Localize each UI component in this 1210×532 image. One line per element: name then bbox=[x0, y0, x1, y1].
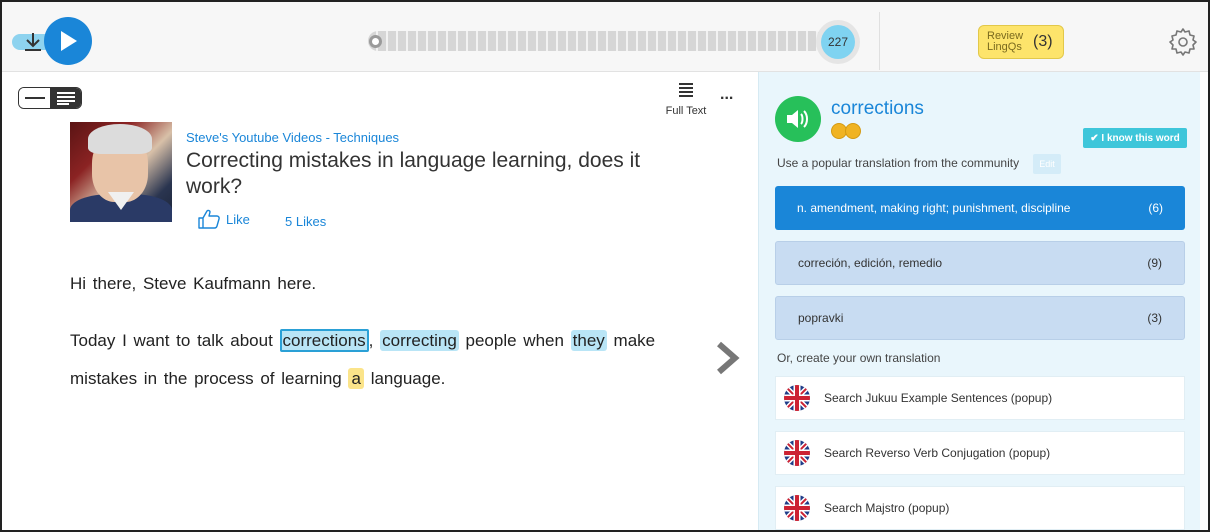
hint-count: (9) bbox=[1147, 256, 1162, 270]
full-text-label: Full Text bbox=[665, 105, 707, 117]
chevron-right-icon[interactable] bbox=[714, 340, 742, 376]
like-button[interactable]: Like bbox=[198, 209, 250, 229]
dictionary-link[interactable]: Search Reverso Verb Conjugation (popup) bbox=[775, 431, 1185, 475]
hint-count: (6) bbox=[1148, 201, 1163, 215]
author-avatar bbox=[70, 122, 172, 222]
translation-hint[interactable]: popravki (3) bbox=[775, 296, 1185, 340]
new-word[interactable]: a bbox=[348, 368, 364, 389]
dictionary-link[interactable]: Search Jukuu Example Sentences (popup) bbox=[775, 376, 1185, 420]
like-label: Like bbox=[226, 211, 250, 227]
divider bbox=[879, 12, 880, 70]
dictionary-label: Search Jukuu Example Sentences (popup) bbox=[824, 391, 1053, 405]
lesson-paragraph: Today I want to talk about corrections, … bbox=[70, 322, 690, 398]
dictionary-label: Search Majstro (popup) bbox=[824, 501, 950, 515]
lingq-word[interactable]: correcting bbox=[380, 330, 459, 351]
selected-term: corrections bbox=[831, 98, 924, 119]
edit-button[interactable]: Edit bbox=[1033, 154, 1061, 174]
audio-progress-track[interactable] bbox=[368, 31, 824, 51]
thumbs-up-icon bbox=[198, 209, 220, 229]
player-bar: 227 Review LingQs (3) bbox=[2, 2, 1208, 72]
progress-handle[interactable] bbox=[369, 35, 382, 48]
lingq-word[interactable]: they bbox=[570, 330, 607, 351]
more-options-button[interactable]: ... bbox=[720, 86, 733, 104]
full-text-button[interactable]: Full Text bbox=[658, 82, 714, 117]
punctuation: , bbox=[368, 331, 374, 350]
create-own-label: Or, create your own translation bbox=[777, 351, 941, 365]
download-icon[interactable] bbox=[21, 30, 45, 54]
word-count-badge: 227 bbox=[816, 20, 860, 64]
app-window: 227 Review LingQs (3) Full Text ... Stev… bbox=[0, 0, 1210, 532]
pronounce-button[interactable] bbox=[775, 96, 821, 142]
hint-text: correción, edición, remedio bbox=[798, 256, 943, 270]
speaker-icon bbox=[787, 110, 808, 128]
page-mode-icon[interactable] bbox=[50, 88, 81, 108]
review-count: (3) bbox=[1033, 33, 1053, 50]
review-label: Review LingQs bbox=[987, 30, 1024, 53]
likes-count[interactable]: 5 Likes bbox=[285, 214, 326, 229]
lesson-words[interactable]: Today I want to talk about bbox=[70, 331, 273, 350]
dictionary-link[interactable]: Search Majstro (popup) bbox=[775, 486, 1185, 530]
coin-icon bbox=[845, 123, 861, 139]
translation-hint[interactable]: n. amendment, making right; punishment, … bbox=[775, 186, 1185, 230]
document-icon bbox=[679, 83, 693, 97]
use-popular-label: Use a popular translation from the commu… bbox=[777, 156, 1020, 170]
lesson-words[interactable]: people when bbox=[466, 331, 564, 350]
course-link[interactable]: Steve's Youtube Videos - Techniques bbox=[186, 130, 399, 145]
translation-hint[interactable]: correción, edición, remedio (9) bbox=[775, 241, 1185, 285]
coins-indicator bbox=[831, 123, 861, 139]
uk-flag-icon bbox=[784, 385, 810, 411]
word-count: 227 bbox=[821, 25, 855, 59]
hint-text: n. amendment, making right; punishment, … bbox=[797, 201, 1071, 215]
lesson-words[interactable]: language. bbox=[371, 369, 446, 388]
dictionary-label: Search Reverso Verb Conjugation (popup) bbox=[824, 446, 1051, 460]
hint-count: (3) bbox=[1147, 311, 1162, 325]
play-icon bbox=[61, 31, 77, 51]
lesson-title: Correcting mistakes in language learning… bbox=[186, 149, 641, 198]
review-lingqs-button[interactable]: Review LingQs (3) bbox=[978, 25, 1064, 59]
view-mode-toggle[interactable] bbox=[18, 87, 82, 109]
uk-flag-icon bbox=[784, 495, 810, 521]
sentence-mode-icon[interactable] bbox=[19, 88, 50, 108]
play-button[interactable] bbox=[44, 17, 92, 65]
word-panel: corrections ✔ I know this word Use a pop… bbox=[758, 72, 1200, 530]
hint-text: popravki bbox=[798, 311, 844, 325]
lesson-paragraph[interactable]: Hi there, Steve Kaufmann here. bbox=[70, 274, 690, 294]
selected-lingq-word[interactable]: corrections bbox=[279, 329, 369, 352]
i-know-this-word-button[interactable]: ✔ I know this word bbox=[1083, 128, 1187, 148]
uk-flag-icon bbox=[784, 440, 810, 466]
reader-pane: Full Text ... Steve's Youtube Videos - T… bbox=[2, 72, 758, 530]
gear-icon[interactable] bbox=[1168, 26, 1198, 56]
